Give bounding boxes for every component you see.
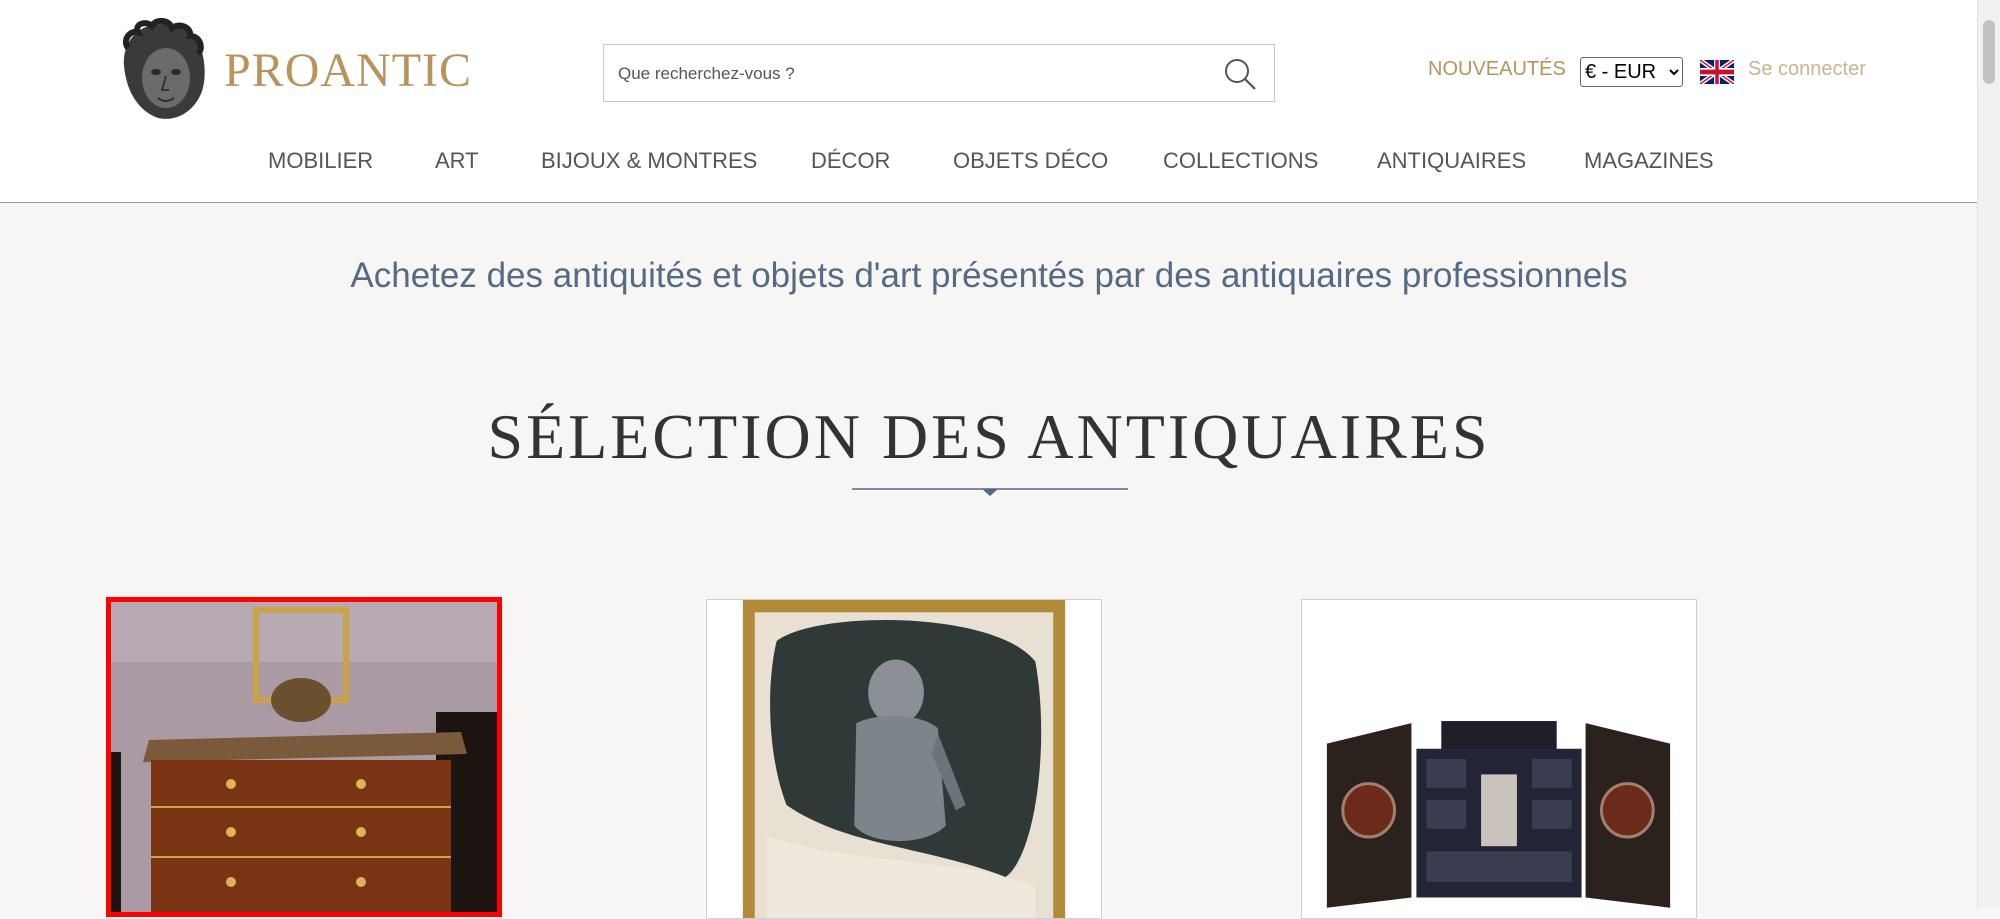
login-link[interactable]: Se connecter xyxy=(1748,58,1866,81)
main-nav: MOBILIER ART BIJOUX & MONTRES DÉCOR OBJE… xyxy=(0,148,1978,178)
nav-item-magazines[interactable]: MAGAZINES xyxy=(1584,148,1714,174)
brand-name: PROANTIC xyxy=(224,43,473,97)
product-card-1[interactable] xyxy=(106,597,502,917)
commode-louis-xv-image xyxy=(111,602,497,912)
product-card-2[interactable] xyxy=(706,599,1102,919)
search-icon[interactable] xyxy=(1222,56,1258,92)
logo[interactable]: PROANTIC xyxy=(112,18,472,122)
uk-flag-icon[interactable] xyxy=(1700,60,1734,84)
knight-armor-painting-image xyxy=(707,600,1101,918)
sculpted-head-logo-icon xyxy=(122,18,205,119)
nav-item-art[interactable]: ART xyxy=(435,148,479,174)
nav-item-decor[interactable]: DÉCOR xyxy=(811,148,890,174)
title-divider xyxy=(852,488,1128,496)
nav-item-collections[interactable]: COLLECTIONS xyxy=(1163,148,1318,174)
new-arrivals-link[interactable]: NOUVEAUTÉS xyxy=(1428,58,1566,81)
tagline: Achetez des antiquités et objets d'art p… xyxy=(350,256,1628,295)
scrollbar-thumb[interactable] xyxy=(1983,20,1995,84)
page-scrollbar[interactable] xyxy=(1977,0,2000,908)
product-card-3[interactable] xyxy=(1301,599,1697,919)
nav-item-bijoux-montres[interactable]: BIJOUX & MONTRES xyxy=(541,148,757,174)
currency-select[interactable]: € - EUR xyxy=(1580,57,1683,87)
search-input[interactable] xyxy=(616,57,1200,91)
section-title: SÉLECTION DES ANTIQUAIRES xyxy=(487,401,1491,472)
nav-item-antiquaires[interactable]: ANTIQUAIRES xyxy=(1377,148,1526,174)
site-header: PROANTIC NOUVEAUTÉS € - EUR Se connecter… xyxy=(0,0,1978,203)
search-bar xyxy=(603,44,1275,102)
cabinet-ebony-image xyxy=(1302,600,1696,918)
nav-item-mobilier[interactable]: MOBILIER xyxy=(268,148,373,174)
nav-item-objets-deco[interactable]: OBJETS DÉCO xyxy=(953,148,1108,174)
